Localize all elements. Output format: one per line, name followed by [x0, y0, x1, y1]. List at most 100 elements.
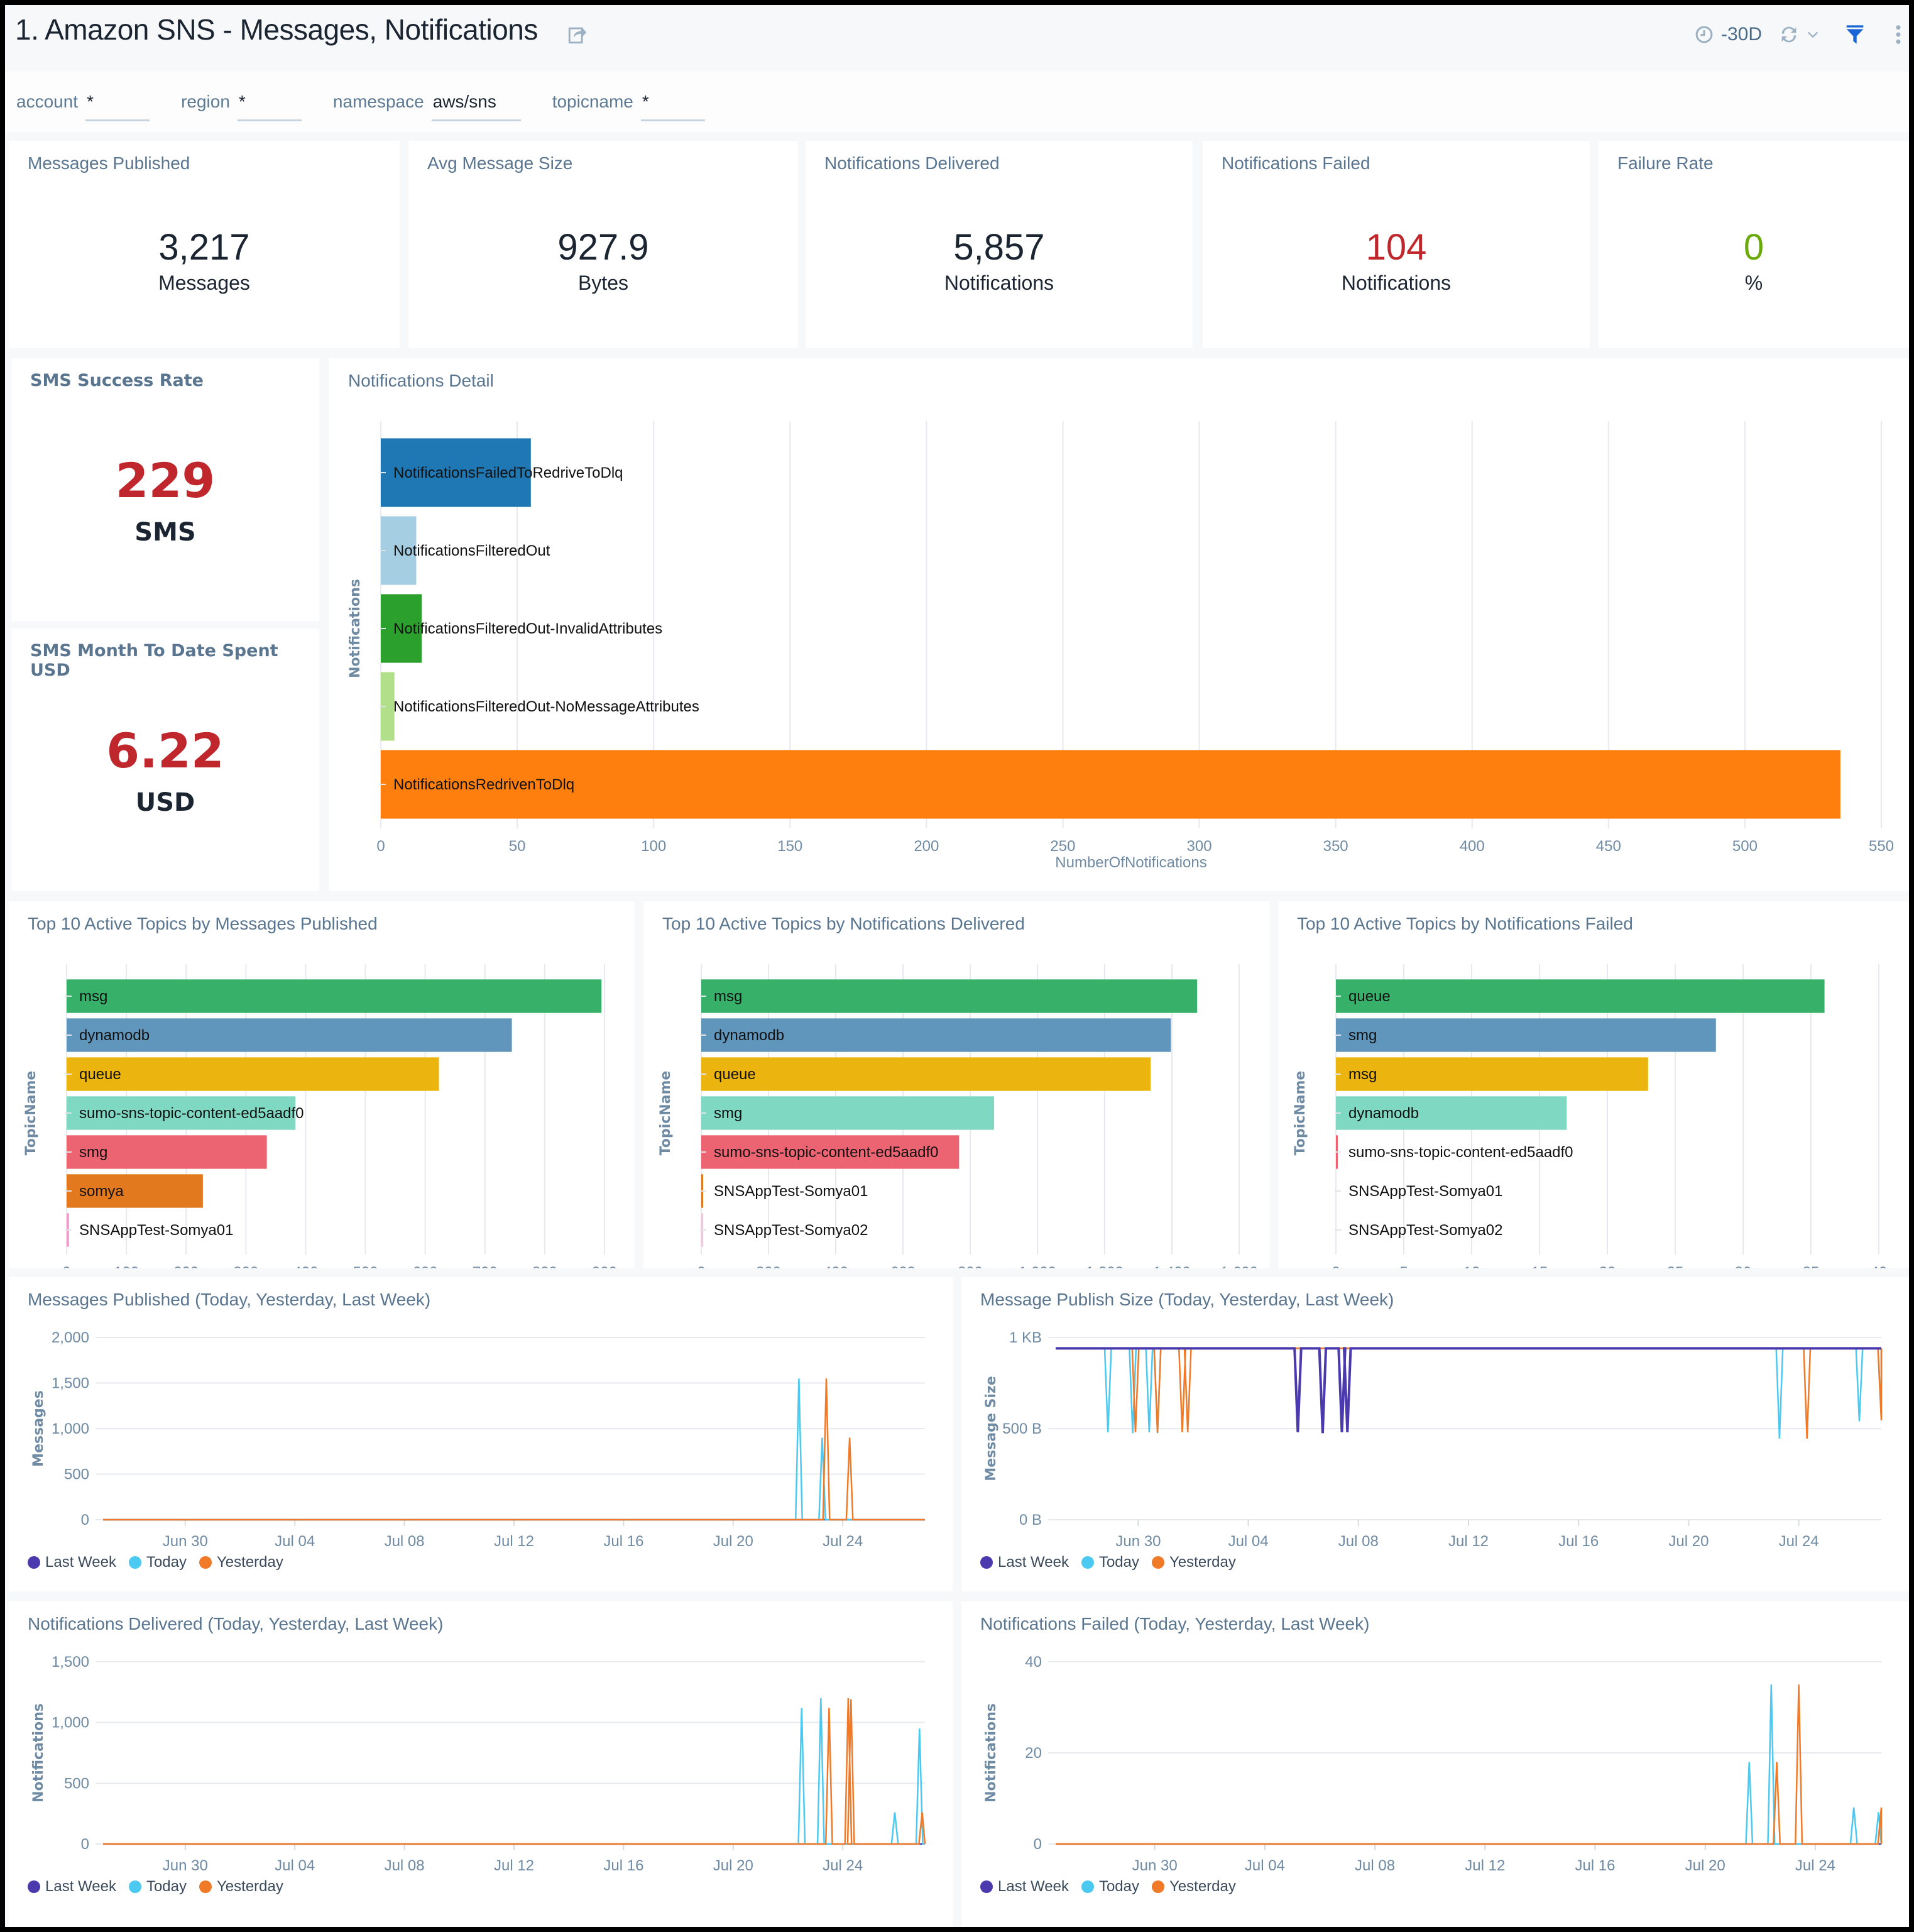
bar	[701, 1096, 994, 1130]
legend-item-today[interactable]: Today	[1081, 1878, 1139, 1896]
x-tick-label: Jul 24	[823, 1857, 863, 1874]
refresh-button[interactable]	[1778, 24, 1820, 45]
panel-failure-rate[interactable]: Failure Rate 0 %	[1599, 141, 1909, 348]
bar-label: NotificationsRedrivenToDlq	[393, 776, 574, 793]
y-tick-label: 1,000	[52, 1715, 89, 1732]
x-tick-label: 450	[1596, 838, 1621, 855]
filter-button[interactable]	[1845, 24, 1865, 45]
time-range-button[interactable]: -30D	[1695, 24, 1762, 45]
ts-messages-published-chart: 0 500 1,000 1,500 2,000 Jun 30 Jul 04 Jul 08 Jul…	[31, 1329, 925, 1550]
bar-label: NotificationsFailedToRedriveToDlq	[393, 464, 623, 481]
namespace-input[interactable]	[431, 91, 521, 121]
legend-item-today[interactable]: Today	[1081, 1554, 1139, 1571]
x-tick-label: Jul 24	[1795, 1857, 1835, 1874]
legend-item-today[interactable]: Today	[128, 1554, 187, 1571]
filter-icon	[1846, 25, 1864, 44]
x-tick-label: 0	[697, 1264, 705, 1268]
y-tick-label: 0	[81, 1836, 89, 1853]
kpi-value: 104	[1365, 227, 1427, 268]
share-icon[interactable]	[567, 24, 588, 45]
filter-account: account	[16, 83, 150, 121]
legend-label: Yesterday	[217, 1878, 283, 1895]
account-input[interactable]	[85, 91, 150, 121]
legend-item-yesterday[interactable]: Yesterday	[1152, 1878, 1236, 1896]
x-tick-label: 500	[1732, 838, 1758, 855]
legend-item-yesterday[interactable]: Yesterday	[1152, 1554, 1236, 1571]
x-tick-label: 25	[1667, 1264, 1684, 1268]
legend-label: Last Week	[45, 1554, 116, 1571]
panel-ts-messages-published[interactable]: Messages Published (Today, Yesterday, La…	[9, 1277, 953, 1591]
y-tick-label: 1 KB	[1009, 1329, 1042, 1346]
legend-label: Today	[146, 1554, 187, 1571]
y-axis-title: Messages	[31, 1390, 46, 1467]
panel-notifications-delivered[interactable]: Notifications Delivered 5,857 Notificati…	[806, 141, 1193, 348]
legend-item-yesterday[interactable]: Yesterday	[199, 1878, 283, 1896]
x-tick-label: Jul 12	[1465, 1857, 1505, 1874]
x-tick-label: 1,600	[1220, 1264, 1258, 1268]
bar-label: queue	[714, 1066, 756, 1083]
chart-legend: Last Week Today Yesterday	[28, 1878, 283, 1896]
y-tick-label: 500	[64, 1775, 89, 1792]
legend-dot	[980, 1880, 993, 1893]
chart-legend: Last Week Today Yesterday	[980, 1554, 1236, 1571]
y-tick-label: 0	[81, 1512, 89, 1529]
more-options-button[interactable]	[1895, 24, 1901, 45]
panel-top10-failed[interactable]: Top 10 Active Topics by Notifications Fa…	[1278, 901, 1909, 1268]
legend-item-yesterday[interactable]: Yesterday	[199, 1554, 283, 1571]
kpi-unit: Notifications	[944, 272, 1054, 294]
sms-unit: USD	[135, 788, 195, 817]
panel-sms-success-rate[interactable]: SMS Success Rate 229 SMS	[11, 358, 319, 621]
x-tick-label: 800	[532, 1264, 557, 1268]
y-axis-title: TopicName	[1293, 1071, 1308, 1156]
panel-top10-delivered[interactable]: Top 10 Active Topics by Notifications De…	[643, 901, 1269, 1268]
kpi-unit: Notifications	[1341, 272, 1452, 294]
x-tick-label: 400	[293, 1264, 318, 1268]
x-tick-label: Jul 16	[1575, 1857, 1615, 1874]
top10-delivered-chart: 0 200 400 600 800 1,000 1,200 1,400 1,600 msg dyna…	[658, 964, 1258, 1268]
panel-sms-month-to-date-spent[interactable]: SMS Month To Date Spent USD 6.22 USD	[11, 628, 319, 891]
bar-label: somya	[79, 1183, 124, 1200]
y-tick-label: 0 B	[1019, 1512, 1042, 1529]
legend-dot	[1081, 1880, 1094, 1893]
y-tick-label: 40	[1025, 1654, 1042, 1671]
panel-ts-notifications-delivered[interactable]: Notifications Delivered (Today, Yesterda…	[9, 1601, 953, 1927]
panel-ts-notifications-failed[interactable]: Notifications Failed (Today, Yesterday, …	[961, 1601, 1909, 1927]
legend-item-last-week[interactable]: Last Week	[28, 1554, 116, 1571]
legend-item-last-week[interactable]: Last Week	[28, 1878, 116, 1896]
series-line-yesterday	[1056, 1684, 1883, 1845]
panel-avg-message-size[interactable]: Avg Message Size 927.9 Bytes	[408, 141, 798, 348]
x-tick-label: Jul 08	[385, 1857, 425, 1874]
chevron-down-icon	[1807, 31, 1818, 38]
legend-item-last-week[interactable]: Last Week	[980, 1554, 1069, 1571]
notifications-detail-chart: 0 50 100 150 200 250 300 350 400 450 500 550 Notific…	[347, 421, 1894, 871]
series-line-today	[103, 1698, 925, 1845]
y-axis-title: TopicName	[23, 1071, 39, 1156]
x-tick-label: Jul 08	[385, 1533, 425, 1550]
filter-namespace: namespace	[333, 83, 521, 121]
panel-title: Messages Published	[28, 153, 190, 173]
y-tick-label: 1,500	[52, 1375, 89, 1392]
panel-top10-published[interactable]: Top 10 Active Topics by Messages Publish…	[9, 901, 635, 1268]
region-input[interactable]	[237, 91, 302, 121]
panel-title: Failure Rate	[1617, 153, 1714, 173]
panel-notifications-detail[interactable]: Notifications Detail 0 50 100 150 200 250 300 3…	[329, 358, 1909, 891]
x-tick-label: 350	[1323, 838, 1348, 855]
x-tick-label: Jul 04	[1245, 1857, 1285, 1874]
bar	[1336, 1018, 1716, 1052]
panel-ts-message-publish-size[interactable]: Message Publish Size (Today, Yesterday, …	[961, 1277, 1909, 1591]
bar	[67, 979, 602, 1013]
bar-label: NotificationsFilteredOut	[393, 542, 550, 559]
bar-label: smg	[79, 1144, 107, 1161]
bar-label: msg	[79, 988, 107, 1005]
x-tick-label: 1,000	[1019, 1264, 1056, 1268]
panel-notifications-failed[interactable]: Notifications Failed 104 Notifications	[1203, 141, 1590, 348]
x-tick-label: Jun 30	[1115, 1533, 1161, 1550]
panel-title: Avg Message Size	[427, 153, 573, 173]
x-tick-label: Jul 20	[1668, 1533, 1709, 1550]
bar-label: dynamodb	[714, 1027, 784, 1044]
legend-item-last-week[interactable]: Last Week	[980, 1878, 1069, 1896]
topicname-input[interactable]	[640, 91, 705, 121]
panel-messages-published[interactable]: Messages Published 3,217 Messages	[9, 141, 400, 348]
x-tick-label: Jun 30	[163, 1533, 208, 1550]
legend-item-today[interactable]: Today	[128, 1878, 187, 1896]
